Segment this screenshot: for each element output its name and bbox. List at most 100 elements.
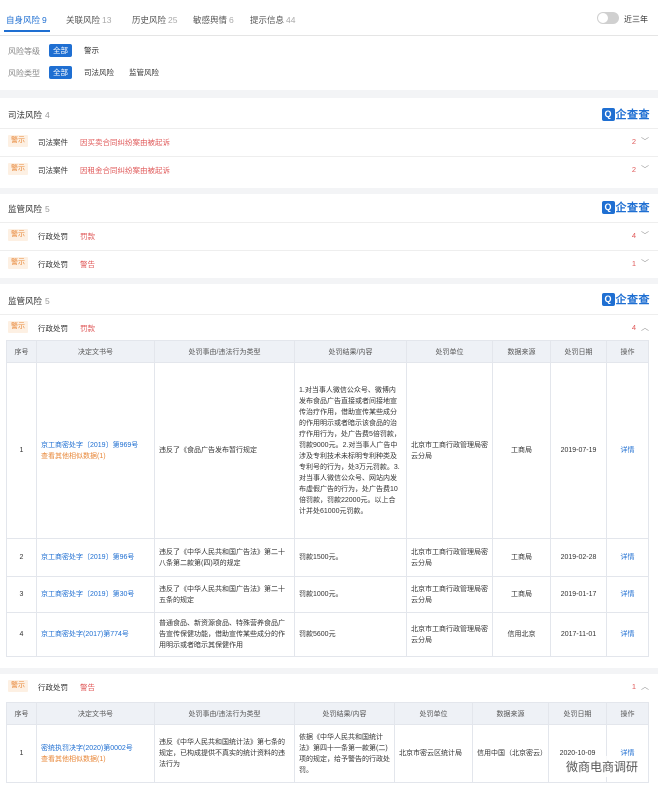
table-row: 3 京工商密处字〔2019〕第30号 违反了《中华人民共和国广告法》第二十五条的…	[6, 576, 649, 613]
qichacha-logo-text: 企查查	[615, 202, 650, 214]
tab-count: 25	[168, 15, 178, 25]
risk-count: 4	[631, 231, 636, 240]
tab-count: 13	[102, 15, 112, 25]
tab-related-risk[interactable]: 关联风险 13	[66, 14, 111, 26]
watermark: 微商电商调研	[561, 756, 642, 777]
unit-cell: 北京市工商行政管理局密云分局	[406, 362, 493, 539]
source-cell: 信用北京	[492, 612, 551, 657]
table-row: 4 京工商密处字(2017)第774号 普通食品、新资源食品、特殊营养食品广告宣…	[6, 612, 649, 657]
warning-tag: 警示	[8, 163, 28, 175]
level-filter-all[interactable]: 全部	[49, 44, 72, 57]
risk-type: 司法案件	[38, 166, 68, 175]
col-header-date: 处罚日期	[548, 702, 607, 725]
unit-cell: 北京市密云区统计局	[394, 724, 473, 783]
detail-link[interactable]: 详情	[621, 631, 635, 638]
qichacha-logo-text: 企查查	[615, 109, 650, 121]
detail-link[interactable]: 详情	[621, 447, 635, 454]
tab-notice-info[interactable]: 提示信息 44	[250, 14, 295, 26]
doc-cell: 京工商密处字〔2019〕第96号	[36, 538, 155, 577]
risk-count: 1	[631, 259, 636, 268]
tab-label: 提示信息	[250, 15, 285, 25]
risk-reason: 警告	[80, 683, 95, 692]
result-cell: 依据《中华人民共和国统计法》第四十一条第一款第(二)项的规定，给予警告的行政处罚…	[294, 724, 395, 783]
active-tab-indicator	[4, 30, 50, 32]
col-header-result: 处罚结果/内容	[294, 702, 395, 725]
chevron-up-icon[interactable]: ︿	[641, 681, 649, 692]
table-header-row: 序号 决定文书号 处罚事由/违法行为类型 处罚结果/内容 处罚单位 数据来源 处…	[6, 702, 649, 725]
detail-link[interactable]: 详情	[621, 591, 635, 598]
risk-row[interactable]: 警示 行政处罚 警告 1 ﹀	[0, 250, 658, 274]
risk-type: 行政处罚	[38, 324, 68, 333]
qichacha-logo: Q 企查查	[601, 292, 651, 306]
table-row: 1 京工商密处字〔2019〕第969号 查看其他相似数据(1) 违反了《食品广告发…	[6, 362, 649, 539]
doc-number-link[interactable]: 密统执罚决字(2020)第0002号	[41, 745, 133, 752]
col-header-doc: 决定文书号	[36, 340, 155, 363]
unit-cell: 北京市工商行政管理局密云分局	[406, 612, 493, 657]
risk-reason: 因租金合同纠纷案由被起诉	[80, 166, 170, 175]
detail-cell: 详情	[606, 362, 649, 539]
row-no: 3	[6, 576, 37, 613]
risk-row[interactable]: 警示 司法案件 因租金合同纠纷案由被起诉 2 ﹀	[0, 156, 658, 180]
col-header-reason: 处罚事由/违法行为类型	[154, 340, 295, 363]
type-filter-regulatory[interactable]: 监管风险	[125, 66, 163, 79]
level-filter-warning[interactable]: 警示	[80, 44, 103, 57]
tab-self-risk[interactable]: 自身风险 9	[6, 14, 47, 26]
qichacha-logo: Q 企查查	[601, 200, 651, 214]
risk-row-expanded[interactable]: 警示 行政处罚 警告 1 ︿	[0, 674, 658, 698]
col-header-reason: 处罚事由/违法行为类型	[154, 702, 295, 725]
risk-row[interactable]: 警示 行政处罚 罚款 4 ﹀	[0, 222, 658, 246]
section-count: 5	[45, 204, 50, 214]
section-title-text: 监管风险	[8, 296, 43, 306]
doc-number-link[interactable]: 京工商密处字(2017)第774号	[41, 631, 129, 638]
source-cell: 工商局	[492, 538, 551, 577]
similar-data-link[interactable]: 查看其他相似数据(1)	[41, 756, 106, 763]
risk-type-label: 风险类型	[8, 69, 40, 78]
recent-three-years-toggle[interactable]	[597, 12, 619, 24]
tab-count: 9	[42, 15, 47, 25]
chevron-down-icon[interactable]: ﹀	[641, 164, 649, 175]
tab-history-risk[interactable]: 历史风险 25	[132, 14, 177, 26]
reason-cell: 普通食品、新资源食品、特殊营养食品广告宣传保健功能，借助宣传某些成分的作用明示或…	[154, 612, 295, 657]
risk-reason: 罚款	[80, 324, 95, 333]
doc-cell: 京工商密处字(2017)第774号	[36, 612, 155, 657]
date-cell: 2019-01-17	[550, 576, 607, 613]
risk-count: 4	[631, 323, 636, 332]
result-cell: 1.对当事人微信公众号、微博内发布食品广告直接或者间接地宣传治疗作用，借助宣传某…	[294, 362, 407, 539]
section-title-text: 司法风险	[8, 110, 43, 120]
section-title: 监管风险 5	[8, 203, 50, 215]
type-filter-all[interactable]: 全部	[49, 66, 72, 79]
reason-cell: 违反了《中华人民共和国广告法》第二十八条第二款第(四)项的规定	[154, 538, 295, 577]
col-header-no: 序号	[6, 702, 37, 725]
chevron-down-icon[interactable]: ﹀	[641, 230, 649, 241]
doc-number-link[interactable]: 京工商密处字〔2019〕第96号	[41, 554, 134, 561]
warning-penalty-table: 序号 决定文书号 处罚事由/违法行为类型 处罚结果/内容 处罚单位 数据来源 处…	[6, 702, 649, 783]
type-filter-judicial[interactable]: 司法风险	[80, 66, 118, 79]
chevron-down-icon[interactable]: ﹀	[641, 258, 649, 269]
row-no: 1	[6, 362, 37, 539]
tab-count: 44	[286, 15, 296, 25]
risk-reason: 罚款	[80, 232, 95, 241]
tab-label: 敏感舆情	[193, 15, 228, 25]
filter-panel: 风险等级 全部 警示 风险类型 全部 司法风险 监管风险	[0, 36, 658, 90]
section-count: 5	[45, 296, 50, 306]
risk-row[interactable]: 警示 司法案件 因买卖合同纠纷案由被起诉 2 ﹀	[0, 128, 658, 152]
reason-cell: 违反了《食品广告发布暂行规定	[154, 362, 295, 539]
col-header-doc: 决定文书号	[36, 702, 155, 725]
risk-row-expanded[interactable]: 警示 行政处罚 罚款 4 ︿	[0, 314, 658, 338]
col-header-result: 处罚结果/内容	[294, 340, 407, 363]
detail-cell: 详情	[606, 538, 649, 577]
col-header-action: 操作	[606, 340, 649, 363]
doc-number-link[interactable]: 京工商密处字〔2019〕第969号	[41, 442, 138, 449]
similar-data-link[interactable]: 查看其他相似数据(1)	[41, 453, 106, 460]
tab-sensitive-news[interactable]: 敏感舆情 6	[193, 14, 234, 26]
detail-link[interactable]: 详情	[621, 554, 635, 561]
chevron-up-icon[interactable]: ︿	[641, 322, 649, 333]
risk-reason: 因买卖合同纠纷案由被起诉	[80, 138, 170, 147]
result-cell: 罚款1000元。	[294, 576, 407, 613]
doc-number-link[interactable]: 京工商密处字〔2019〕第30号	[41, 591, 134, 598]
chevron-down-icon[interactable]: ﹀	[641, 136, 649, 147]
penalty-table: 序号 决定文书号 处罚事由/违法行为类型 处罚结果/内容 处罚单位 数据来源 处…	[6, 340, 649, 657]
risk-tab-bar: 自身风险 9 关联风险 13 历史风险 25 敏感舆情 6 提示信息 44 近三年	[0, 0, 658, 36]
risk-type: 行政处罚	[38, 260, 68, 269]
table-row: 2 京工商密处字〔2019〕第96号 违反了《中华人民共和国广告法》第二十八条第…	[6, 538, 649, 577]
